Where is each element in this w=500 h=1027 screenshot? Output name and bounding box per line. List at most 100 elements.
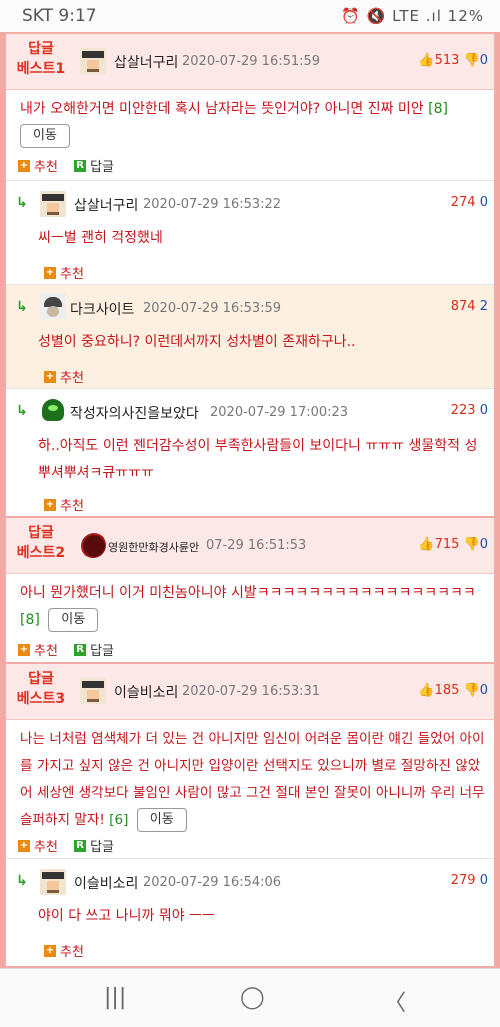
move-button[interactable]: 이동 [20,124,70,148]
best-comment-header: 답글 베스트3 이슬비소리 2020-07-29 16:53:31 👍185 👎… [6,664,494,720]
author-nick[interactable]: 삽살너구리 [74,195,138,215]
author-nick[interactable]: 삽살너구리 [114,52,178,72]
reply-item: ↳ 작성자의사진을보았다 2020-07-29 17:00:23 223 0 하… [6,388,494,516]
comment-text: 씨ㅡ벌 괜히 걱정했네 [38,230,163,246]
reply-item-highlighted: ↳ 다크사이트 2020-07-29 16:53:59 874 2 성별이 중요… [6,284,494,388]
recommend-button[interactable]: + 추천 [18,642,58,659]
recommend-label: 추천 [34,840,58,855]
comment-text: 내가 오해한거면 미안한데 혹시 남자라는 뜻인거야? 아니면 진짜 미안 [20,101,424,117]
author-nick[interactable]: 영원한만화경사륜안 [108,539,199,555]
move-button[interactable]: 이동 [136,808,187,832]
down-count: 0 [479,53,488,68]
avatar[interactable] [40,397,66,423]
author-nick[interactable]: 다크사이트 [70,299,134,319]
up-count: 185 [434,683,460,698]
avatar[interactable] [80,532,106,558]
plus-icon: + [18,839,30,852]
home-icon[interactable]: ◯ [240,985,265,1010]
reply-item: ↳ 삽살너구리 2020-07-29 16:53:22 274 0 씨ㅡ벌 괜히… [6,180,494,284]
reply-label: 답글 [90,840,114,855]
back-icon[interactable]: 〈 [384,985,406,1017]
author-nick[interactable]: 이슬비소리 [114,682,178,702]
comment-date: 2020-07-29 16:54:06 [143,875,282,890]
recommend-button[interactable]: + 추천 [18,158,58,175]
recommend-label: 추천 [34,160,58,175]
best-badge: 답글 베스트3 [16,671,66,707]
thumbs-down-icon[interactable]: 👎 [464,537,480,552]
reply-icon: R [74,643,87,656]
recommend-label: 추천 [60,267,84,282]
up-count: 274 [450,195,476,210]
vote-counts: 279 0 [451,873,488,888]
reply-button[interactable]: R 답글 [74,838,114,855]
comment-date: 2020-07-29 16:53:22 [143,197,282,212]
down-count: 0 [479,537,488,552]
down-count: 0 [479,195,488,210]
comment-list[interactable]: 답글 베스트1 삽살너구리 2020-07-29 16:51:59 👍513 👎… [4,32,496,968]
best-comment-header: 답글 베스트1 삽살너구리 2020-07-29 16:51:59 👍513 👎… [6,34,494,90]
down-count: 0 [479,683,488,698]
author-nick[interactable]: 이슬비소리 [74,873,138,893]
reply-button[interactable]: R 답글 [74,642,114,659]
move-button[interactable]: 이동 [48,608,99,632]
author-nick[interactable]: 작성자의사진을보았다 [70,403,199,423]
vote-counts: 👍185 👎0 [418,683,488,698]
plus-icon: + [18,643,30,656]
thumbs-up-icon[interactable]: 👍 [418,537,434,552]
comment-text: 나는 너처럼 염색체가 더 있는 건 아니지만 임신이 어려운 몸이란 얘긴 들… [20,731,485,828]
reply-count[interactable]: [6] [109,812,128,828]
plus-icon: + [44,944,56,957]
down-count: 0 [479,403,488,418]
up-count: 279 [450,873,476,888]
reply-count[interactable]: [8] [20,612,40,628]
comment-body: 나는 너처럼 염색체가 더 있는 건 아니지만 임신이 어려운 몸이란 얘긴 들… [20,726,492,834]
reply-icon: R [74,159,87,172]
avatar[interactable] [40,869,66,895]
reply-button[interactable]: R 답글 [74,158,114,175]
comment-actions: + 추천 R 답글 [18,156,114,175]
recent-apps-icon[interactable]: ||| [104,985,126,1010]
best-comment-1: 답글 베스트1 삽살너구리 2020-07-29 16:51:59 👍513 👎… [6,34,494,180]
best-comment-2: 답글 베스트2 영원한만화경사륜안 07-29 16:51:53 👍715 👎0… [6,516,494,662]
comment-body: 아니 뭔가했더니 이거 미친놈아니야 시발ㅋㅋㅋㅋㅋㅋㅋㅋㅋㅋㅋㅋㅋㅋㅋㅋㅋ [… [20,580,486,634]
reply-label: 답글 [90,644,114,659]
comment-actions: + 추천 R 답글 [18,640,114,659]
thumbs-down-icon[interactable]: 👎 [464,683,480,698]
best-comment-3: 답글 베스트3 이슬비소리 2020-07-29 16:53:31 👍185 👎… [6,662,494,858]
reply-arrow-icon: ↳ [16,299,28,315]
vote-counts: 874 2 [451,299,488,314]
up-count: 715 [434,537,460,552]
recommend-label: 추천 [60,371,84,386]
comment-date: 2020-07-29 16:53:31 [182,684,321,699]
reply-arrow-icon: ↳ [16,873,28,889]
recommend-button[interactable]: + 추천 [44,263,84,282]
avatar[interactable] [40,293,66,319]
best-comment-header: 답글 베스트2 영원한만화경사륜안 07-29 16:51:53 👍715 👎0 [6,518,494,574]
vote-counts: 274 0 [451,195,488,210]
thumbs-up-icon[interactable]: 👍 [418,53,434,68]
recommend-button[interactable]: + 추천 [44,495,84,514]
android-nav-bar: ||| ◯ 〈 [0,968,500,1027]
avatar[interactable] [80,678,106,704]
thumbs-down-icon[interactable]: 👎 [464,53,480,68]
down-count: 2 [479,299,488,314]
plus-icon: + [44,498,56,511]
recommend-button[interactable]: + 추천 [44,941,84,960]
comment-body: 내가 오해한거면 미안한데 혹시 남자라는 뜻인거야? 아니면 진짜 미안 [8… [20,96,486,150]
comment-text: 하..아직도 이런 젠더감수성이 부족한사람들이 보이다니 ㅠㅠㅠ 생물학적 성… [38,438,478,481]
reply-label: 답글 [90,160,114,175]
status-time: SKT 9:17 [22,6,97,26]
avatar[interactable] [40,191,66,217]
reply-count[interactable]: [8] [428,101,448,117]
recommend-button[interactable]: + 추천 [44,367,84,386]
comment-text: 아니 뭔가했더니 이거 미친놈아니야 시발ㅋㅋㅋㅋㅋㅋㅋㅋㅋㅋㅋㅋㅋㅋㅋㅋㅋ [20,585,476,601]
comment-text: 성별이 중요하니? 이런데서까지 성차별이 존재하구나.. [38,334,356,350]
thumbs-up-icon[interactable]: 👍 [418,683,434,698]
plus-icon: + [18,159,30,172]
comment-date: 2020-07-29 16:53:59 [143,301,282,316]
vote-counts: 223 0 [451,403,488,418]
avatar[interactable] [80,48,106,74]
comment-date: 07-29 16:51:53 [206,538,307,553]
recommend-button[interactable]: + 추천 [18,838,58,855]
status-bar: SKT 9:17 ⏰ 🔇 LTE .ıl 12% [0,0,500,32]
